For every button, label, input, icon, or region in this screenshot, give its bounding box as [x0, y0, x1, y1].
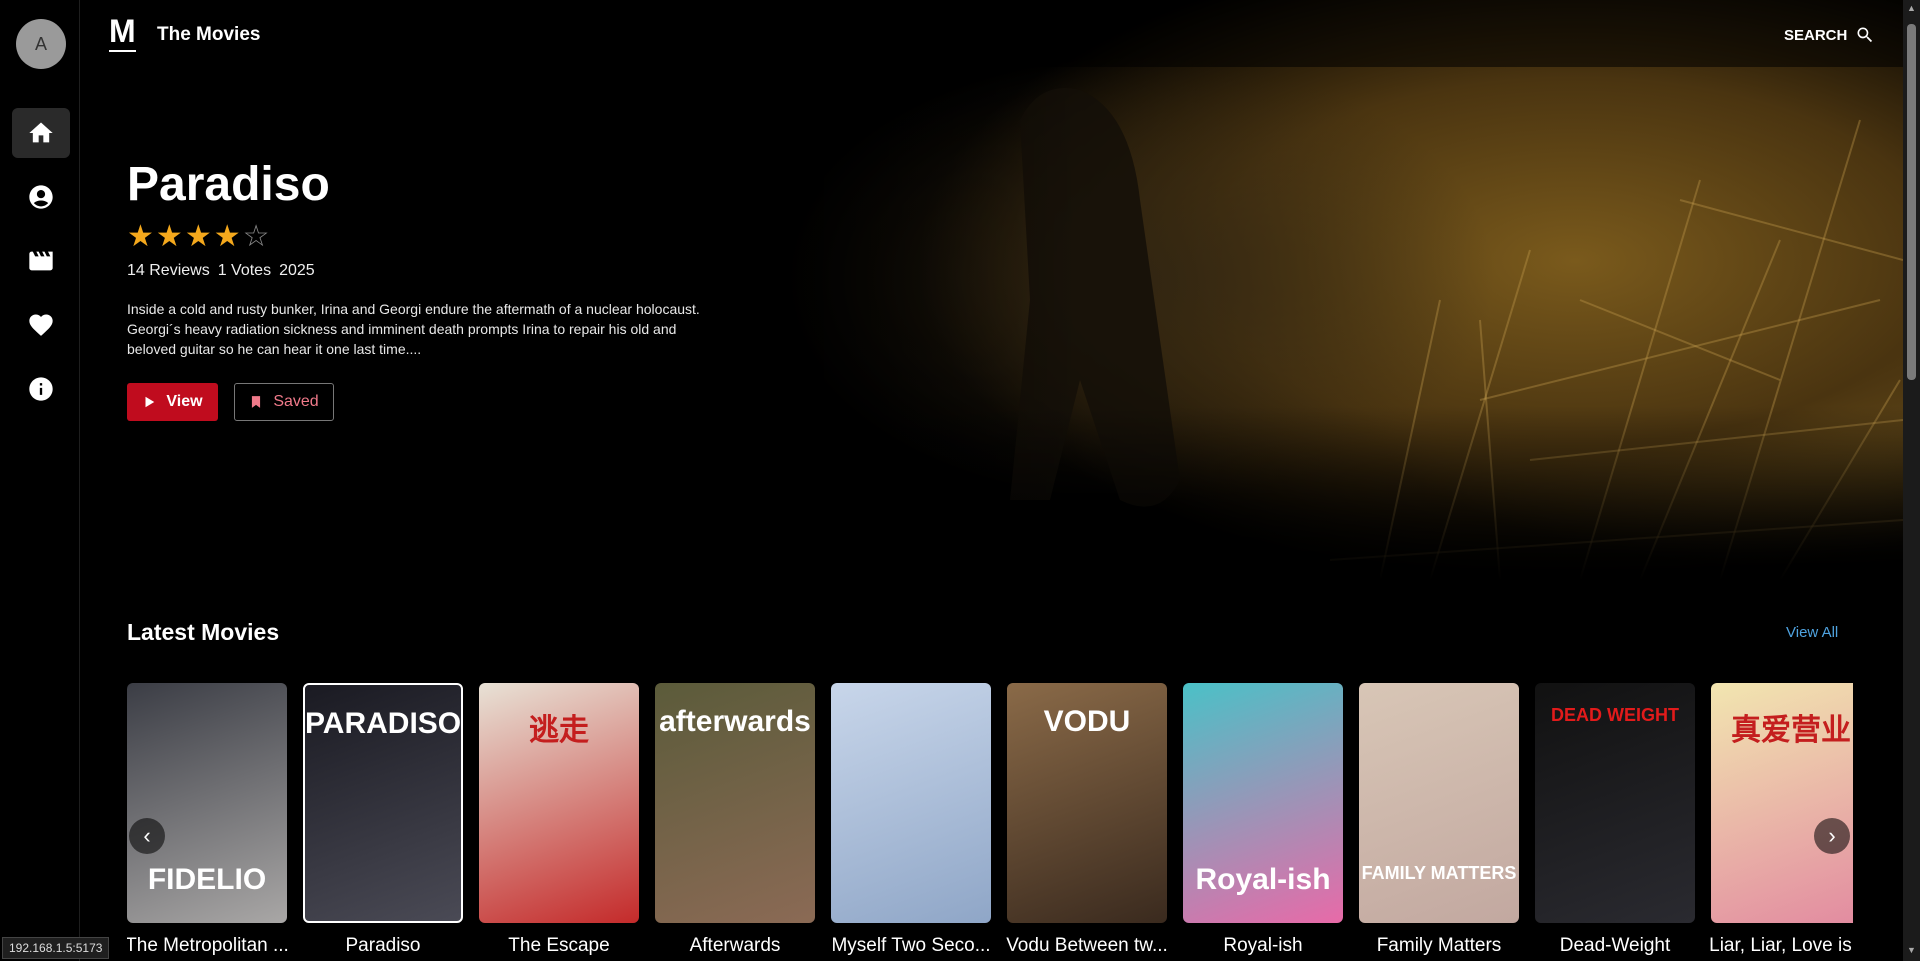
movie-title[interactable]: Vodu Between tw... — [999, 935, 1175, 957]
scroll-down-icon[interactable]: ▼ — [1907, 946, 1916, 955]
hero-backdrop-image — [80, 0, 1903, 580]
hero-meta: 14 Reviews 1 Votes 2025 — [127, 262, 315, 280]
movie-title[interactable]: Royal-ish — [1175, 935, 1351, 957]
user-circle-icon — [29, 185, 53, 209]
sidebar-item-home[interactable] — [12, 108, 70, 158]
latest-movies-heading: Latest Movies — [127, 619, 280, 645]
movie-title[interactable]: The Escape — [471, 935, 647, 957]
movie-title[interactable]: Liar, Liar, Love is ... — [1703, 935, 1853, 957]
scroll-up-icon[interactable]: ▲ — [1907, 4, 1916, 13]
movie-card[interactable]: Myself Two Seco... — [831, 683, 991, 957]
saved-button-label: Saved — [273, 393, 319, 410]
star-filled-icon: ★ — [127, 220, 154, 253]
sidebar-item-profile[interactable] — [12, 172, 70, 222]
release-year: 2025 — [279, 262, 315, 279]
movie-poster[interactable]: afterwards — [655, 683, 815, 923]
sidebar-item-movies[interactable] — [12, 236, 70, 286]
poster-text: FAMILY MATTERS — [1361, 863, 1517, 883]
poster-text: 真爱营业 — [1731, 714, 1851, 747]
home-icon — [29, 122, 53, 143]
movie-title[interactable]: The Metropolitan ... — [127, 935, 295, 957]
bookmark-icon — [252, 396, 261, 408]
hero-banner — [80, 0, 1903, 580]
status-url: 192.168.1.5:5173 — [2, 937, 110, 959]
poster-text: 逃走 — [529, 714, 589, 747]
movie-title[interactable]: Afterwards — [647, 935, 823, 957]
movie-title[interactable]: Dead-Weight — [1527, 935, 1703, 957]
search-icon — [1857, 27, 1873, 43]
chevron-left-icon: ‹ — [143, 823, 151, 848]
poster-text: PARADISO — [305, 707, 462, 740]
movie-card[interactable]: FAMILY MATTERS Family Matters — [1359, 683, 1519, 957]
sidebar-item-about[interactable] — [12, 364, 70, 414]
movie-poster[interactable] — [831, 683, 991, 923]
votes-count: 1 Votes — [217, 262, 272, 279]
sidebar-item-favorites[interactable] — [12, 300, 70, 350]
search-label: SEARCH — [1784, 26, 1848, 44]
clapperboard-icon — [29, 251, 53, 271]
play-icon — [145, 396, 155, 408]
saved-button[interactable]: Saved — [234, 383, 334, 421]
view-button[interactable]: View — [127, 383, 218, 421]
brand-name: The Movies — [157, 24, 261, 45]
poster-text: afterwards — [659, 705, 811, 738]
chevron-right-icon: › — [1828, 823, 1836, 848]
movie-title[interactable]: Myself Two Seco... — [823, 935, 999, 957]
hero-backdrop-art — [1010, 88, 1903, 580]
info-icon — [29, 377, 53, 401]
hero-title: Paradiso — [127, 158, 330, 211]
view-all-link[interactable]: View All — [1786, 624, 1838, 641]
movie-title[interactable]: Family Matters — [1351, 935, 1527, 957]
search-button[interactable]: SEARCH — [1784, 25, 1875, 45]
scrollbar-thumb[interactable] — [1907, 24, 1916, 380]
movie-card[interactable]: VODU Vodu Between tw... — [1006, 683, 1168, 957]
reviews-count: 14 Reviews — [127, 262, 210, 279]
movie-card[interactable]: 逃走 The Escape — [479, 683, 639, 957]
poster-text: DEAD WEIGHT — [1551, 705, 1679, 725]
movie-poster[interactable]: FIDELIO — [127, 683, 287, 923]
sidebar: A — [0, 0, 80, 961]
movie-poster[interactable]: VODU — [1007, 683, 1167, 923]
carousel-next-button[interactable]: › — [1814, 818, 1850, 854]
movie-card[interactable]: afterwards Afterwards — [655, 683, 815, 957]
movie-card[interactable]: Royal-ish Royal-ish — [1183, 683, 1343, 957]
poster-text: Royal-ish — [1195, 863, 1331, 896]
movie-poster[interactable]: 真爱营业 — [1711, 683, 1853, 923]
movie-poster[interactable]: FAMILY MATTERS — [1359, 683, 1519, 923]
top-bar — [80, 0, 1903, 67]
movie-carousel: FIDELIO The Metropolitan ... PARADISO Parad… — [127, 683, 1853, 961]
page-scrollbar[interactable]: ▲ ▼ — [1903, 0, 1920, 961]
poster-text: FIDELIO — [147, 863, 267, 896]
movie-poster[interactable]: Royal-ish — [1183, 683, 1343, 923]
star-rating: ★ ★ ★ ★ ☆ — [127, 222, 270, 252]
star-filled-icon: ★ — [184, 220, 212, 253]
heart-icon — [29, 314, 53, 336]
movie-poster[interactable]: 逃走 — [479, 683, 639, 923]
view-button-label: View — [166, 393, 203, 410]
logo[interactable]: M — [109, 14, 136, 52]
movie-card[interactable]: DEAD WEIGHT Dead-Weight — [1535, 683, 1695, 957]
movie-card[interactable]: PARADISO Paradiso — [303, 683, 463, 957]
star-empty-icon: ☆ — [242, 220, 270, 253]
hero-description: Inside a cold and rusty bunker, Irina an… — [127, 301, 700, 357]
movie-poster[interactable]: PARADISO — [303, 683, 463, 923]
star-filled-icon: ★ — [155, 220, 183, 253]
poster-text: VODU — [1043, 705, 1131, 738]
carousel-prev-button[interactable]: ‹ — [129, 818, 165, 854]
movie-title[interactable]: Paradiso — [295, 935, 471, 957]
avatar[interactable]: A — [16, 19, 66, 69]
star-filled-icon: ★ — [213, 220, 241, 253]
movie-poster[interactable]: DEAD WEIGHT — [1535, 683, 1695, 923]
